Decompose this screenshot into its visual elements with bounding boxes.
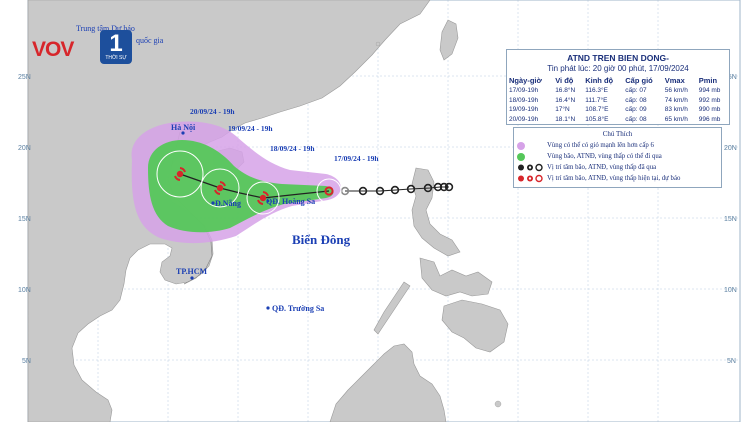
- vov-logo-text: VOV: [32, 38, 74, 61]
- cell-vmax: 74 km/h: [664, 96, 688, 104]
- luzon-island: [411, 167, 461, 257]
- channel-badge: 1 THỜI SỰ: [100, 30, 132, 64]
- broadcaster-logo: Trung tâm Dự báo VOV 1 THỜI SỰ quốc gia: [28, 24, 173, 72]
- cell-time: 17/09-19h: [509, 87, 539, 94]
- col-level: Cấp gió: [625, 76, 653, 85]
- cell-time: 19/09-19h: [509, 106, 539, 113]
- cell-level: cấp: 08: [625, 115, 647, 123]
- legend-item: Vị trí tâm bão, ATNĐ, vùng thấp hiện tại…: [517, 173, 718, 184]
- col-time: Ngày-giờ: [509, 76, 542, 85]
- cell-vmax: 83 km/h: [664, 106, 688, 113]
- forecast-label-18: 18/09/24 - 19h: [270, 144, 315, 153]
- cell-level: cấp: 07: [625, 87, 647, 94]
- cell-vmax: 56 km/h: [664, 87, 688, 94]
- current-position-icons: [518, 174, 543, 183]
- channel-caption: THỜI SỰ: [105, 55, 127, 61]
- legend-text: Vị trí tâm bão, ATNĐ, vùng thấp hiện tại…: [547, 175, 681, 182]
- agency-national: quốc gia: [136, 36, 164, 45]
- cell-level: cấp: 09: [625, 106, 647, 113]
- cell-lon: 116.3°E: [585, 87, 608, 94]
- truongsa-marker: [266, 306, 270, 310]
- storm-zone-swatch-icon: [517, 152, 525, 161]
- cell-time: 18/09-19h: [509, 96, 539, 104]
- cell-lat: 18.1°N: [555, 115, 576, 123]
- cell-lat: 17°N: [555, 106, 570, 113]
- legend-item: Vị trí tâm bão, ATNĐ, vùng thấp đã qua: [517, 162, 718, 173]
- place-hcm: TP.HCM: [176, 267, 207, 276]
- table-row: 19/09-19h 17°N 108.7°E cấp: 09 83 km/h 9…: [507, 105, 729, 115]
- lat-tick-5: 5N: [22, 358, 31, 365]
- table-row: 20/09-19h 18.1°N 105.8°E cấp: 08 65 km/h…: [507, 115, 729, 125]
- cell-pmin: 996 mb: [698, 115, 721, 123]
- legend-text: Vùng có thể có gió mạnh lên hơn cấp 6: [547, 142, 654, 149]
- cell-lon: 111.7°E: [585, 96, 608, 104]
- taiwan-island: [439, 19, 459, 61]
- lat-tick-20-right: 20N: [724, 145, 737, 152]
- legend-title: Chú Thích: [602, 130, 633, 138]
- col-pmin: Pmin: [698, 76, 718, 85]
- past-position-icons: [518, 163, 543, 172]
- forecast-table-header: Ngày-giờ Vi độ Kinh độ Cấp gió Vmax Pmin: [507, 75, 729, 86]
- cell-pmin: 994 mb: [698, 87, 721, 94]
- cell-vmax: 65 km/h: [664, 115, 688, 123]
- forecast-label-20: 20/09/24 - 19h: [190, 107, 235, 116]
- channel-number: 1: [109, 30, 123, 57]
- cell-pmin: 992 mb: [698, 96, 721, 104]
- cell-lat: 16.4°N: [555, 96, 576, 104]
- lat-tick-20: 20N: [18, 145, 31, 152]
- cell-pmin: 990 mb: [698, 106, 721, 113]
- lat-tick-10: 10N: [18, 287, 31, 294]
- table-row: 17/09-19h 16.8°N 116.3°E cấp: 07 56 km/h…: [507, 86, 729, 96]
- forecast-label-19: 19/09/24 - 19h: [228, 124, 273, 133]
- bulletin-box: ATND TREN BIEN DONG- Tin phát lúc: 20 gi…: [506, 49, 730, 125]
- legend-item: Vùng có thể có gió mạnh lên hơn cấp 6: [517, 140, 718, 151]
- mindanao-island: [441, 299, 509, 353]
- place-hoangsa: QĐ. Hoàng Sa: [266, 197, 315, 206]
- col-lat: Vi độ: [555, 76, 574, 85]
- lat-tick-15-right: 15N: [724, 216, 737, 223]
- lat-tick-25: 25N: [18, 74, 31, 81]
- legend-item: Vùng bão, ATNĐ, vùng thấp có thể đi qua: [517, 151, 718, 162]
- lat-tick-15: 15N: [18, 216, 31, 223]
- cell-time: 20/09-19h: [509, 115, 539, 123]
- place-truongsa: QĐ. Trường Sa: [272, 304, 324, 313]
- visayas-islands: [419, 257, 493, 297]
- col-lon: Kinh độ: [585, 76, 614, 85]
- place-hanoi: Hà Nội: [171, 123, 196, 132]
- legend-text: Vùng bão, ATNĐ, vùng thấp có thể đi qua: [547, 153, 662, 160]
- legend-text: Vị trí tâm bão, ATNĐ, vùng thấp đã qua: [547, 164, 657, 171]
- sea-label: Biển Đông: [292, 232, 351, 247]
- lat-tick-10-right: 10N: [724, 287, 737, 294]
- palawan-island: [373, 281, 411, 335]
- lat-tick-5-right: 5N: [727, 358, 736, 365]
- cell-lon: 108.7°E: [585, 106, 609, 113]
- col-vmax: Vmax: [664, 76, 685, 85]
- forecast-label-17: 17/09/24 - 19h: [334, 154, 379, 163]
- bulletin-title: ATND TREN BIEN DONG-: [567, 53, 669, 63]
- cell-level: cấp: 08: [625, 96, 647, 104]
- borneo-island: [329, 343, 447, 422]
- cell-lon: 105.8°E: [585, 115, 609, 123]
- place-danang: Đ.Nẵng: [215, 199, 241, 208]
- map-legend: Chú Thích Vùng có thể có gió mạnh lên hơ…: [513, 127, 722, 188]
- cell-lat: 16.8°N: [555, 87, 576, 94]
- forecast-table: Ngày-giờ Vi độ Kinh độ Cấp gió Vmax Pmin…: [507, 75, 729, 124]
- past-track: [340, 182, 454, 196]
- table-row: 18/09-19h 16.4°N 111.7°E cấp: 08 74 km/h…: [507, 96, 729, 106]
- hcm-marker: [190, 276, 194, 280]
- wind-zone-swatch-icon: [517, 141, 525, 150]
- bulletin-issued: Tin phát lúc: 20 giờ 00 phút, 17/09/2024: [547, 64, 689, 73]
